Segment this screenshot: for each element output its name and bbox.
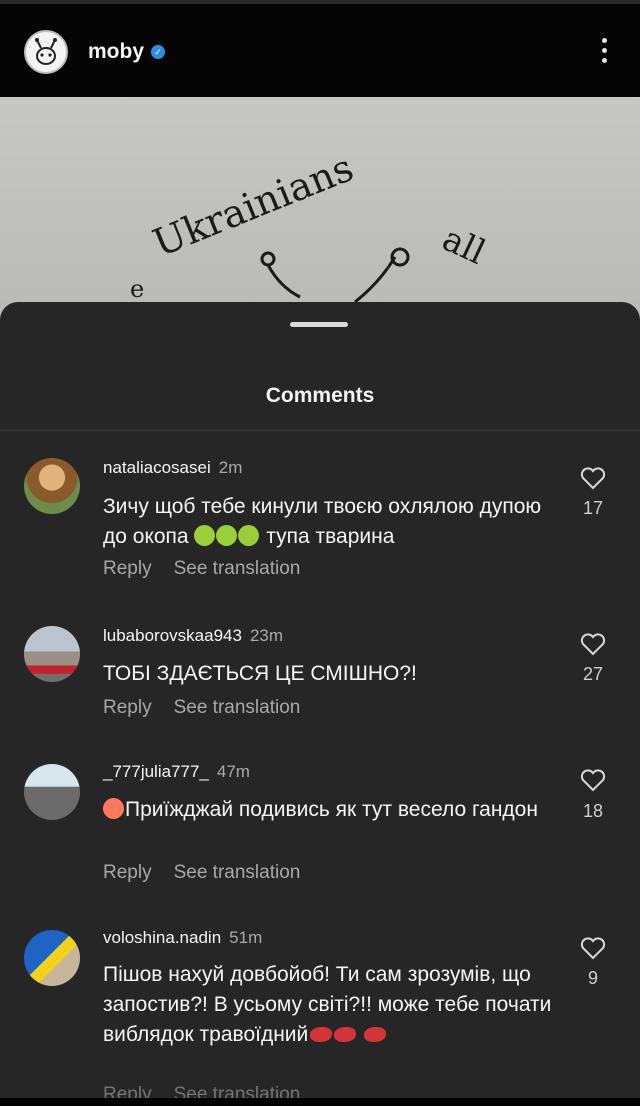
divider [0, 430, 640, 431]
nauseated-face-emoji-icon [194, 525, 216, 546]
heart-icon[interactable] [580, 768, 606, 792]
drag-handle[interactable] [290, 322, 348, 327]
like-count: 9 [587, 968, 598, 988]
heart-icon[interactable] [580, 936, 606, 960]
comment-username[interactable]: nataliacosasei [103, 458, 211, 477]
comment-time: 51m [229, 928, 263, 947]
comments-title: Comments [265, 384, 375, 407]
comment-username[interactable]: voloshina.nadin [103, 928, 221, 947]
post-username[interactable]: moby [88, 40, 144, 64]
reply-button[interactable]: Reply [103, 558, 152, 579]
meat-emoji-icon [310, 1027, 333, 1042]
like-count: 17 [582, 498, 604, 518]
comment-text: Зичу щоб тебе кинули твоєю охлялою дупою… [103, 495, 542, 548]
commenter-avatar[interactable] [24, 930, 80, 986]
post-image: Ukrainians all e [0, 97, 640, 327]
handwritten-text-all: all [436, 219, 491, 273]
more-vertical-icon[interactable] [596, 38, 612, 68]
svg-text:e: e [130, 275, 144, 303]
like-count: 27 [582, 664, 604, 684]
comment-time: 2m [218, 458, 243, 477]
clown-face-emoji-icon [103, 798, 124, 819]
handwritten-text-ukrainians: Ukrainians [147, 145, 359, 265]
see-translation-button[interactable]: See translation [174, 862, 301, 883]
heart-icon[interactable] [580, 466, 606, 490]
profile-avatar[interactable] [24, 30, 68, 74]
verified-badge-icon: ✓ [151, 45, 165, 59]
nauseated-face-emoji-icon [238, 525, 260, 546]
comment-time: 23m [249, 626, 284, 645]
post-header: moby ✓ [0, 0, 640, 97]
commenter-avatar[interactable] [24, 764, 80, 820]
comment-text: Приїжджай подивись як тут весело гандон [103, 795, 543, 825]
bottom-edge [0, 1098, 640, 1106]
comment-username[interactable]: _777julia777_ [103, 762, 209, 781]
like-count: 18 [582, 801, 604, 821]
see-translation-button[interactable]: See translation [174, 697, 301, 718]
meat-emoji-icon [334, 1027, 357, 1042]
see-translation-button[interactable]: See translation [174, 558, 301, 579]
alien-logo-icon [35, 38, 57, 65]
commenter-avatar[interactable] [24, 458, 80, 514]
reply-button[interactable]: Reply [103, 697, 152, 718]
commenter-avatar[interactable] [24, 626, 80, 682]
nauseated-face-emoji-icon [216, 525, 238, 546]
comment-text: Пішов нахуй довбойоб! Ти сам зрозумів, щ… [103, 963, 552, 1046]
comment-time: 47m [216, 762, 250, 781]
meat-emoji-icon [364, 1027, 387, 1042]
heart-icon[interactable] [580, 632, 606, 656]
comment-text: ТОБІ ЗДАЄТЬСЯ ЦЕ СМІШНО?! [103, 662, 417, 685]
reply-button[interactable]: Reply [103, 862, 152, 883]
comment-username[interactable]: lubaborovskaa943 [103, 626, 242, 645]
